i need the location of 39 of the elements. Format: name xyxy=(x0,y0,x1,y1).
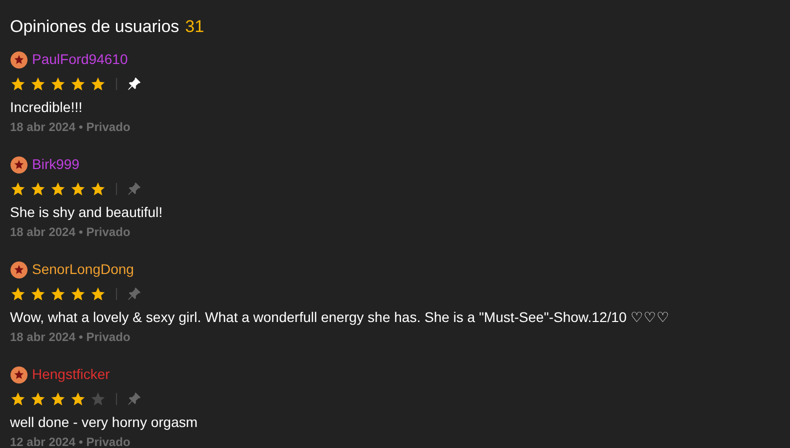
star-icon xyxy=(70,390,86,406)
star-icon xyxy=(10,76,26,92)
username-link[interactable]: PaulFord94610 xyxy=(32,49,128,70)
avatar-icon xyxy=(10,366,28,384)
star-icon xyxy=(50,76,66,92)
username-link[interactable]: Hengstficker xyxy=(32,364,110,385)
star-icon xyxy=(50,286,66,302)
star-icon xyxy=(90,180,106,196)
star-icon xyxy=(30,180,46,196)
review-text: well done - very horny orgasm xyxy=(10,412,199,430)
star-icon xyxy=(50,390,66,406)
review-meta: 18 abr 2024 • Privado xyxy=(10,328,132,344)
star-icon xyxy=(10,390,26,406)
star-icon xyxy=(90,76,106,92)
review-meta: 12 abr 2024 • Privado xyxy=(10,434,132,448)
review-text: She is shy and beautiful! xyxy=(10,202,164,220)
review-count: 31 xyxy=(185,16,204,38)
star-icon xyxy=(70,180,86,196)
review-meta: 18 abr 2024 • Privado xyxy=(10,224,132,240)
star-icon xyxy=(70,286,86,302)
pin-icon[interactable] xyxy=(127,76,141,90)
review-text: Incredible!!! xyxy=(10,98,84,116)
section-title: Opiniones de usuarios xyxy=(10,16,180,38)
star-icon xyxy=(30,390,46,406)
username-link[interactable]: SenorLongDong xyxy=(32,259,134,280)
star-icon xyxy=(10,286,26,302)
review-meta: 18 abr 2024 • Privado xyxy=(10,118,132,134)
star-icon xyxy=(90,390,106,406)
star-icon xyxy=(30,76,46,92)
star-icon xyxy=(50,180,66,196)
star-icon xyxy=(90,286,106,302)
avatar-icon xyxy=(10,50,28,68)
star-icon xyxy=(30,286,46,302)
avatar-icon xyxy=(10,156,28,174)
star-icon xyxy=(70,76,86,92)
avatar-icon xyxy=(10,260,28,278)
username-link[interactable]: Birk999 xyxy=(32,154,80,175)
star-icon xyxy=(10,180,26,196)
review-text: Wow, what a lovely & sexy girl. What a wonderfull energy she has. She is a "Must-See"-Show.12/10 ♡♡♡ xyxy=(10,308,671,326)
